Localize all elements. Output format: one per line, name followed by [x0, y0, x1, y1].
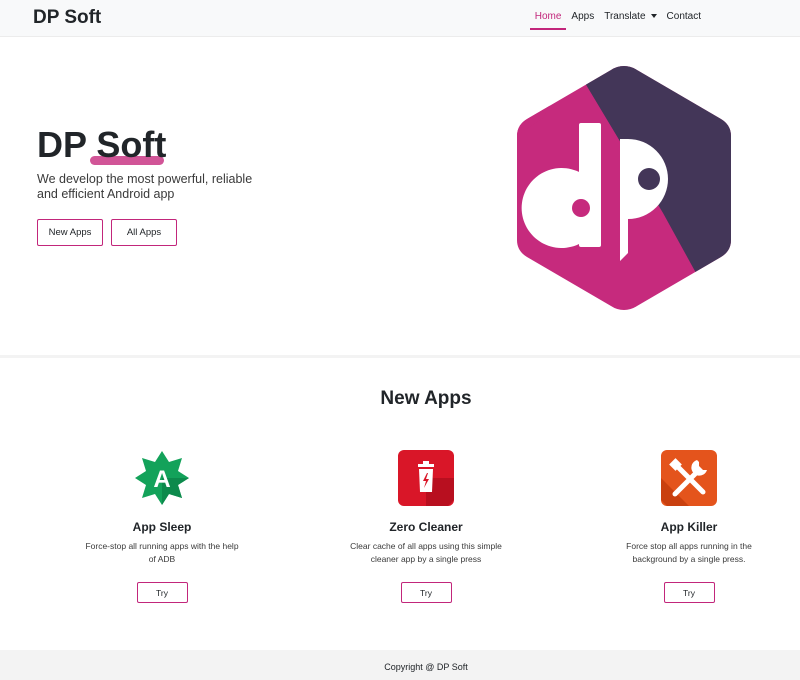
- section-divider: [0, 355, 800, 358]
- try-button-app-sleep[interactable]: Try: [136, 582, 188, 603]
- nav-menu: Home Apps Translate Contact: [529, 0, 706, 37]
- nav-item-label: Contact: [666, 11, 701, 22]
- app-sleep-icon-letter: A: [153, 466, 170, 493]
- footer: Copyright @ DP Soft: [0, 650, 800, 680]
- app-name: App Sleep: [132, 520, 192, 534]
- dp-logo-icon: [517, 66, 731, 310]
- nav-item-label: Translate: [604, 11, 646, 22]
- app-card-app-killer: App Killer Force stop all apps running i…: [599, 450, 779, 603]
- nav-item-translate-dropdown[interactable]: Translate: [599, 0, 661, 30]
- navbar: DP Soft Home Apps Translate Contact: [0, 0, 800, 37]
- app-card-zero-cleaner: Zero Cleaner Clear cache of all apps usi…: [336, 450, 516, 603]
- try-button-zero-cleaner[interactable]: Try: [400, 582, 452, 603]
- all-apps-button[interactable]: All Apps: [111, 219, 177, 246]
- hero-title: DP Soft: [37, 124, 166, 166]
- app-description: Force-stop all running apps with the hel…: [85, 541, 239, 564]
- footer-copyright: Copyright @ DP Soft: [384, 662, 468, 672]
- hero-title-part: DP: [37, 124, 97, 165]
- nav-item-apps[interactable]: Apps: [566, 0, 599, 30]
- trash-icon: [398, 450, 454, 506]
- app-card-app-sleep: A App Sleep Force-stop all running apps …: [72, 450, 252, 603]
- chevron-down-icon: [650, 14, 657, 18]
- app-name: App Killer: [660, 520, 718, 534]
- new-apps-button[interactable]: New Apps: [37, 219, 103, 246]
- app-description: Clear cache of all apps using this simpl…: [350, 541, 502, 564]
- nav-item-label: Home: [534, 11, 562, 22]
- new-apps-section-title: New Apps: [380, 388, 472, 409]
- app-name: Zero Cleaner: [389, 520, 463, 534]
- hero-subtitle: We develop the most powerful, reliable a…: [37, 172, 253, 201]
- app-sleep-icon: A: [135, 451, 189, 505]
- nav-item-label: Apps: [571, 11, 595, 22]
- hero-title-highlight: Soft: [96, 124, 167, 165]
- nav-item-contact[interactable]: Contact: [662, 0, 706, 30]
- tools-icon: [661, 450, 717, 506]
- app-description: Force stop all apps running in the backg…: [626, 541, 752, 564]
- try-button-app-killer[interactable]: Try: [663, 582, 715, 603]
- brand-logo-text[interactable]: DP Soft: [33, 7, 101, 29]
- nav-item-home[interactable]: Home: [529, 0, 567, 30]
